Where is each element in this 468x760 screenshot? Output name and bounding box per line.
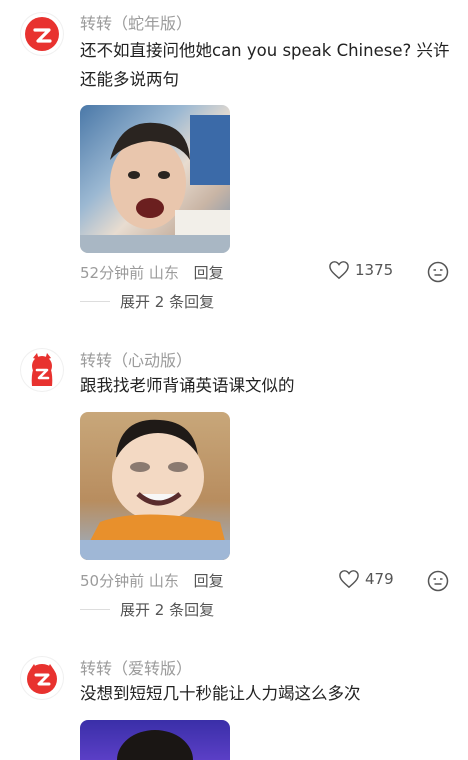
mascot-avatar-icon (31, 353, 53, 386)
like-count: 1375 (355, 261, 394, 279)
comment-author[interactable]: 转转（心动版） (80, 347, 192, 371)
reply-button[interactable]: 回复 (194, 572, 224, 590)
comment-text: 跟我找老师背诵英语课文似的 (80, 376, 295, 395)
comment-time: 52分钟前 (80, 264, 145, 282)
avatar[interactable] (20, 12, 64, 56)
comment-image[interactable] (80, 105, 230, 253)
emoji-react-icon[interactable] (427, 261, 449, 283)
mascot-avatar-icon (27, 664, 57, 694)
cartoon-face-icon (80, 419, 230, 560)
expand-replies-button[interactable]: 展开 2 条回复 (80, 291, 214, 312)
comment-meta: 52分钟前 山东 回复 (80, 262, 224, 283)
divider (80, 609, 110, 610)
comment-time: 50分钟前 (80, 572, 145, 590)
heart-icon (329, 261, 349, 280)
expand-replies-label: 展开 2 条回复 (120, 601, 215, 619)
reply-button[interactable]: 回复 (194, 264, 224, 282)
avatar[interactable] (20, 656, 64, 700)
photo-thumbnail-icon (117, 730, 193, 760)
like-button[interactable]: 479 (338, 569, 394, 589)
like-button[interactable]: 1375 (328, 260, 393, 280)
comment-author[interactable]: 转转（爱转版） (80, 655, 192, 679)
heart-icon (339, 570, 359, 589)
mascot-avatar-icon (25, 17, 59, 51)
meme-face-icon (80, 115, 230, 253)
comment-text: 还不如直接问他她can you speak Chinese? 兴许还能多说两句 (80, 41, 450, 89)
like-count: 479 (365, 570, 394, 588)
comment-location: 山东 (148, 572, 179, 590)
comment-text: 没想到短短几十秒能让人力竭这么多次 (80, 684, 361, 703)
comment-image[interactable] (80, 720, 230, 760)
divider (80, 301, 110, 302)
avatar[interactable] (20, 348, 64, 392)
expand-replies-label: 展开 2 条回复 (120, 293, 215, 311)
emoji-react-icon[interactable] (427, 570, 449, 592)
comment-meta: 50分钟前 山东 回复 (80, 570, 224, 591)
comment-author[interactable]: 转转（蛇年版） (80, 10, 192, 34)
expand-replies-button[interactable]: 展开 2 条回复 (80, 599, 214, 620)
comment-image[interactable] (80, 412, 230, 560)
comment-location: 山东 (148, 264, 179, 282)
